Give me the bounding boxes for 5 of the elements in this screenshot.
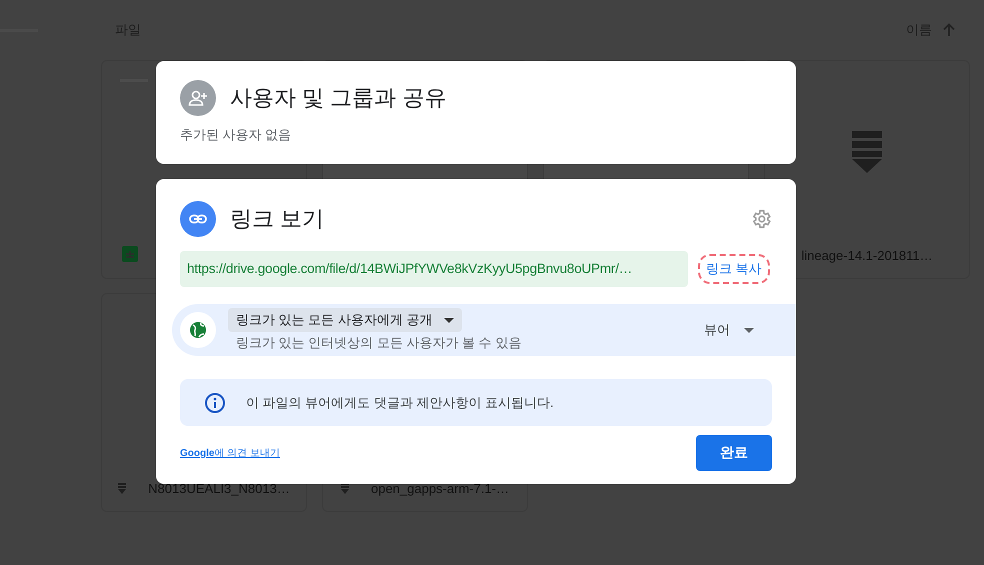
dialog-title: 링크 보기 [230, 205, 324, 233]
info-text: 이 파일의 뷰어에게도 댓글과 제안사항이 표시됩니다. [246, 394, 554, 412]
empty-people-text: 추가된 사용자 없음 [180, 126, 292, 144]
dialog-title: 사용자 및 그룹과 공유 [230, 84, 446, 112]
access-description: 링크가 있는 인터넷상의 모든 사용자가 볼 수 있음 [235, 334, 522, 352]
